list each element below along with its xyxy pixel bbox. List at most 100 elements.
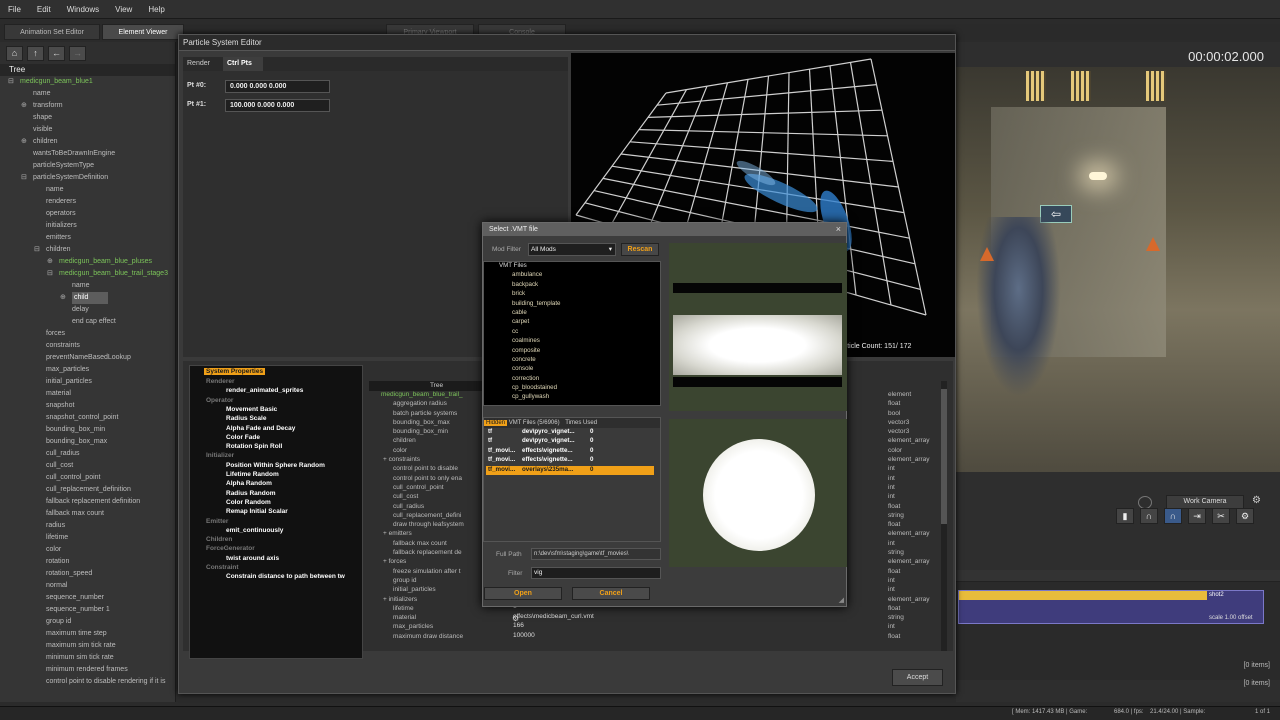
property-category[interactable]: Operator <box>206 397 233 404</box>
tree-item[interactable]: material <box>0 388 175 400</box>
mod-filter-dropdown[interactable]: All Mods ▾ <box>528 243 616 256</box>
tree-item[interactable]: forces <box>0 328 175 340</box>
close-icon[interactable]: × <box>836 224 841 234</box>
property-category[interactable]: ForceGenerator <box>206 545 255 552</box>
expand-icon[interactable]: ⊕ <box>21 136 27 148</box>
attribute-row[interactable]: bounding_box_min <box>373 428 483 437</box>
tree-item[interactable]: radius <box>0 520 175 532</box>
tree-item[interactable]: delay <box>0 304 175 316</box>
tree-item[interactable]: group id <box>0 616 175 628</box>
property-item[interactable]: Rotation Spin Roll <box>226 443 282 450</box>
menu-file[interactable]: File <box>8 5 21 14</box>
tree-item[interactable]: ⊟ children <box>0 244 175 256</box>
attribute-row[interactable]: cull_cost <box>373 493 483 502</box>
folder-item[interactable]: carpet <box>484 318 660 327</box>
attribute-value[interactable]: effects\medicbeam_curl.vmt <box>513 613 948 623</box>
property-item[interactable]: Alpha Random <box>226 480 272 487</box>
attribute-row[interactable]: + constraints <box>373 456 483 465</box>
menu-edit[interactable]: Edit <box>37 5 51 14</box>
col-hidden[interactable]: Hidden <box>484 420 508 426</box>
tree-item[interactable]: constraints <box>0 340 175 352</box>
tree-item[interactable]: color <box>0 544 175 556</box>
folder-item[interactable]: concrete <box>484 356 660 365</box>
vmt-file-list[interactable]: Hidden VMT Files (5/6906) Times Used tf d… <box>483 417 661 542</box>
open-button[interactable]: Open <box>484 587 562 600</box>
tree-item[interactable]: bounding_box_max <box>0 436 175 448</box>
tree-item[interactable]: snapshot <box>0 400 175 412</box>
tree-item[interactable]: operators <box>0 208 175 220</box>
attribute-row[interactable]: aggregation radius <box>373 400 483 409</box>
tree-item[interactable]: rotation_speed <box>0 568 175 580</box>
file-row[interactable]: tf_movi... effects\vignette... 0 <box>486 447 654 456</box>
property-item[interactable]: Constrain distance to path between tw <box>226 573 345 580</box>
folder-item[interactable]: ambulance <box>484 271 660 280</box>
attribute-row[interactable]: draw through leafsystem <box>373 521 483 530</box>
tree-item[interactable]: cull_control_point <box>0 472 175 484</box>
tree-item[interactable]: ⊟ medicgun_beam_blue_trail_stage3 <box>0 268 175 280</box>
microphone-icon[interactable]: ▮ <box>1116 508 1134 524</box>
up-arrow-icon[interactable]: ↑ <box>27 45 44 61</box>
tree-item[interactable]: sequence_number 1 <box>0 604 175 616</box>
attribute-row[interactable]: material <box>373 614 483 623</box>
tree-item[interactable]: name <box>0 88 175 100</box>
attribute-row[interactable]: children <box>373 437 483 446</box>
tree-item[interactable]: rotation <box>0 556 175 568</box>
attribute-row[interactable]: group id <box>373 577 483 586</box>
menu-view[interactable]: View <box>115 5 132 14</box>
tree-item[interactable]: cull_replacement_definition <box>0 484 175 496</box>
scissors-icon[interactable]: ✂ <box>1212 508 1230 524</box>
tree-item[interactable]: maximum sim tick rate <box>0 640 175 652</box>
collapse-icon[interactable]: ⊟ <box>21 172 27 184</box>
tree-item[interactable]: normal <box>0 580 175 592</box>
tree-item[interactable]: ⊕ child <box>0 292 175 304</box>
scrollbar[interactable] <box>941 381 947 651</box>
tree-item[interactable]: cull_cost <box>0 460 175 472</box>
tree-item[interactable]: emitters <box>0 232 175 244</box>
property-category[interactable]: Initializer <box>206 452 234 459</box>
filter-input[interactable]: vig <box>531 567 661 579</box>
property-item[interactable]: Remap Initial Scalar <box>226 508 288 515</box>
tree-item[interactable]: ⊕ medicgun_beam_blue_pluses <box>0 256 175 268</box>
tree-item[interactable]: fallback replacement definition <box>0 496 175 508</box>
property-item[interactable]: Radius Scale <box>226 415 266 422</box>
attribute-row[interactable]: lifetime <box>373 605 483 614</box>
folder-item[interactable]: building_template <box>484 300 660 309</box>
attribute-row[interactable]: maximum draw distance <box>373 633 483 642</box>
tree-item[interactable]: lifetime <box>0 532 175 544</box>
folder-item[interactable]: coalmines <box>484 337 660 346</box>
tree-item[interactable]: ⊕ children <box>0 136 175 148</box>
tree-item[interactable]: max_particles <box>0 364 175 376</box>
vmt-folder-tree[interactable]: VMT Files ambulance backpack brick building_… <box>483 261 661 406</box>
folder-item[interactable]: VMT Files <box>484 262 660 271</box>
collapse-icon[interactable]: ⊟ <box>34 244 40 256</box>
gear-icon[interactable]: ⚙ <box>1236 508 1254 524</box>
folder-item[interactable]: composite <box>484 347 660 356</box>
tree-item[interactable]: sequence_number <box>0 592 175 604</box>
attribute-row[interactable]: cull_replacement_defini <box>373 512 483 521</box>
file-row[interactable]: tf dev\pyro_vignet... 0 <box>486 437 654 446</box>
attribute-row[interactable]: fallback max count <box>373 540 483 549</box>
attribute-row[interactable]: + emitters <box>373 530 483 539</box>
tab-animation-set-editor[interactable]: Animation Set Editor <box>4 24 100 40</box>
pt0-field[interactable]: 0.000 0.000 0.000 <box>225 80 330 93</box>
property-item[interactable]: Position Within Sphere Random <box>226 462 325 469</box>
tree-item[interactable]: initial_particles <box>0 376 175 388</box>
attribute-row[interactable]: + initializers <box>373 596 483 605</box>
folder-item[interactable]: brick <box>484 290 660 299</box>
forward-arrow-icon[interactable]: → <box>69 45 86 61</box>
attribute-row[interactable]: fallback replacement de <box>373 549 483 558</box>
file-row[interactable]: tf_movi... effects\vignette... 0 <box>486 456 654 465</box>
property-category[interactable]: Emitter <box>206 518 228 525</box>
tree-item[interactable]: fallback max count <box>0 508 175 520</box>
jump-to-end-icon[interactable]: ⇥ <box>1188 508 1206 524</box>
attribute-row[interactable]: medicgun_beam_blue_trail_ <box>373 391 483 400</box>
property-item[interactable]: Color Fade <box>226 434 260 441</box>
tree-item[interactable]: minimum rendered frames <box>0 664 175 676</box>
tab-render[interactable]: Render <box>183 57 223 71</box>
folder-item[interactable]: console <box>484 365 660 374</box>
shot-clip[interactable]: shot2 scale 1.00 offset <box>958 590 1264 624</box>
property-category[interactable]: Renderer <box>206 378 235 385</box>
folder-item[interactable]: cp_gullywash <box>484 393 660 402</box>
gear-icon[interactable]: ⚙ <box>1252 495 1266 509</box>
attribute-row[interactable]: initial_particles <box>373 586 483 595</box>
